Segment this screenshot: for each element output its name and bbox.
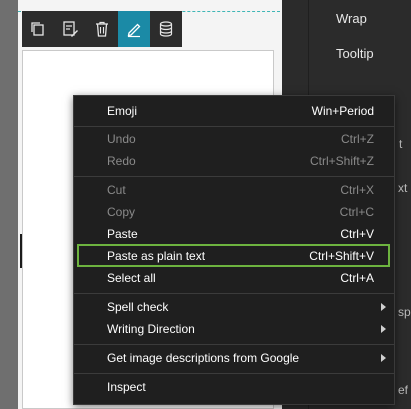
menu-item-undo[interactable]: Undo Ctrl+Z [74,128,394,150]
database-icon [159,21,173,37]
menu-item-label: Paste [107,227,138,241]
edit-button[interactable] [118,11,150,47]
menu-item-shortcut: Win+Period [311,104,374,118]
menu-item-label: Get image descriptions from Google [107,351,300,365]
menu-item-label: Paste as plain text [107,249,206,263]
copy-icon [31,22,44,36]
menu-item-label: Undo [107,132,136,146]
menu-separator [74,176,394,177]
truncated-label: xt [398,181,408,195]
menu-item-inspect[interactable]: Inspect [74,376,394,398]
rename-button[interactable] [54,11,86,47]
menu-item-image-descriptions[interactable]: Get image descriptions from Google [74,347,394,369]
menu-separator [74,126,394,127]
menu-item-label: Select all [107,271,156,285]
tooltip-label: Tooltip [336,46,374,61]
menu-item-label: Inspect [107,380,146,394]
menu-item-label: Copy [107,205,136,219]
wrap-label: Wrap [336,11,367,26]
menu-item-shortcut: Ctrl+C [339,205,374,219]
menu-item-shortcut: Ctrl+Z [341,132,374,146]
menu-item-copy[interactable]: Copy Ctrl+C [74,201,394,223]
menu-item-shortcut: Ctrl+X [340,183,374,197]
menu-item-label: Spell check [107,300,169,314]
menu-item-shortcut: Ctrl+A [340,271,374,285]
menu-separator [74,344,394,345]
menu-item-cut[interactable]: Cut Ctrl+X [74,179,394,201]
submenu-arrow-icon [381,325,386,333]
menu-separator [74,373,394,374]
menu-item-paste[interactable]: Paste Ctrl+V [74,223,394,245]
menu-item-shortcut: Ctrl+Shift+Z [309,154,374,168]
menu-item-select-all[interactable]: Select all Ctrl+A [74,267,394,289]
context-menu: Emoji Win+Period Undo Ctrl+Z Redo Ctrl+S… [73,95,395,405]
menu-separator [74,293,394,294]
copy-button[interactable] [22,11,54,47]
menu-item-writing-direction[interactable]: Writing Direction [74,318,394,340]
rename-icon [63,21,78,37]
menu-item-redo[interactable]: Redo Ctrl+Shift+Z [74,150,394,172]
trash-icon [96,21,108,37]
resize-handle[interactable] [20,234,22,268]
delete-button[interactable] [86,11,118,47]
menu-item-label: Cut [107,183,126,197]
menu-item-paste-plain-text[interactable]: Paste as plain text Ctrl+Shift+V [74,245,394,267]
truncated-label: ef [398,383,409,397]
submenu-arrow-icon [381,354,386,362]
menu-item-spell-check[interactable]: Spell check [74,296,394,318]
menu-item-shortcut: Ctrl+V [340,227,374,241]
menu-item-shortcut: Ctrl+Shift+V [309,249,374,263]
left-strip [0,0,18,409]
menu-item-label: Redo [107,154,136,168]
pen-icon [127,23,141,38]
submenu-arrow-icon [381,303,386,311]
data-button[interactable] [150,11,182,47]
truncated-label: sp [398,305,411,319]
truncated-label: t [399,137,403,151]
menu-item-emoji[interactable]: Emoji Win+Period [74,100,394,122]
menu-item-label: Writing Direction [107,322,195,336]
menu-item-label: Emoji [107,104,138,118]
element-toolbar [22,11,182,47]
